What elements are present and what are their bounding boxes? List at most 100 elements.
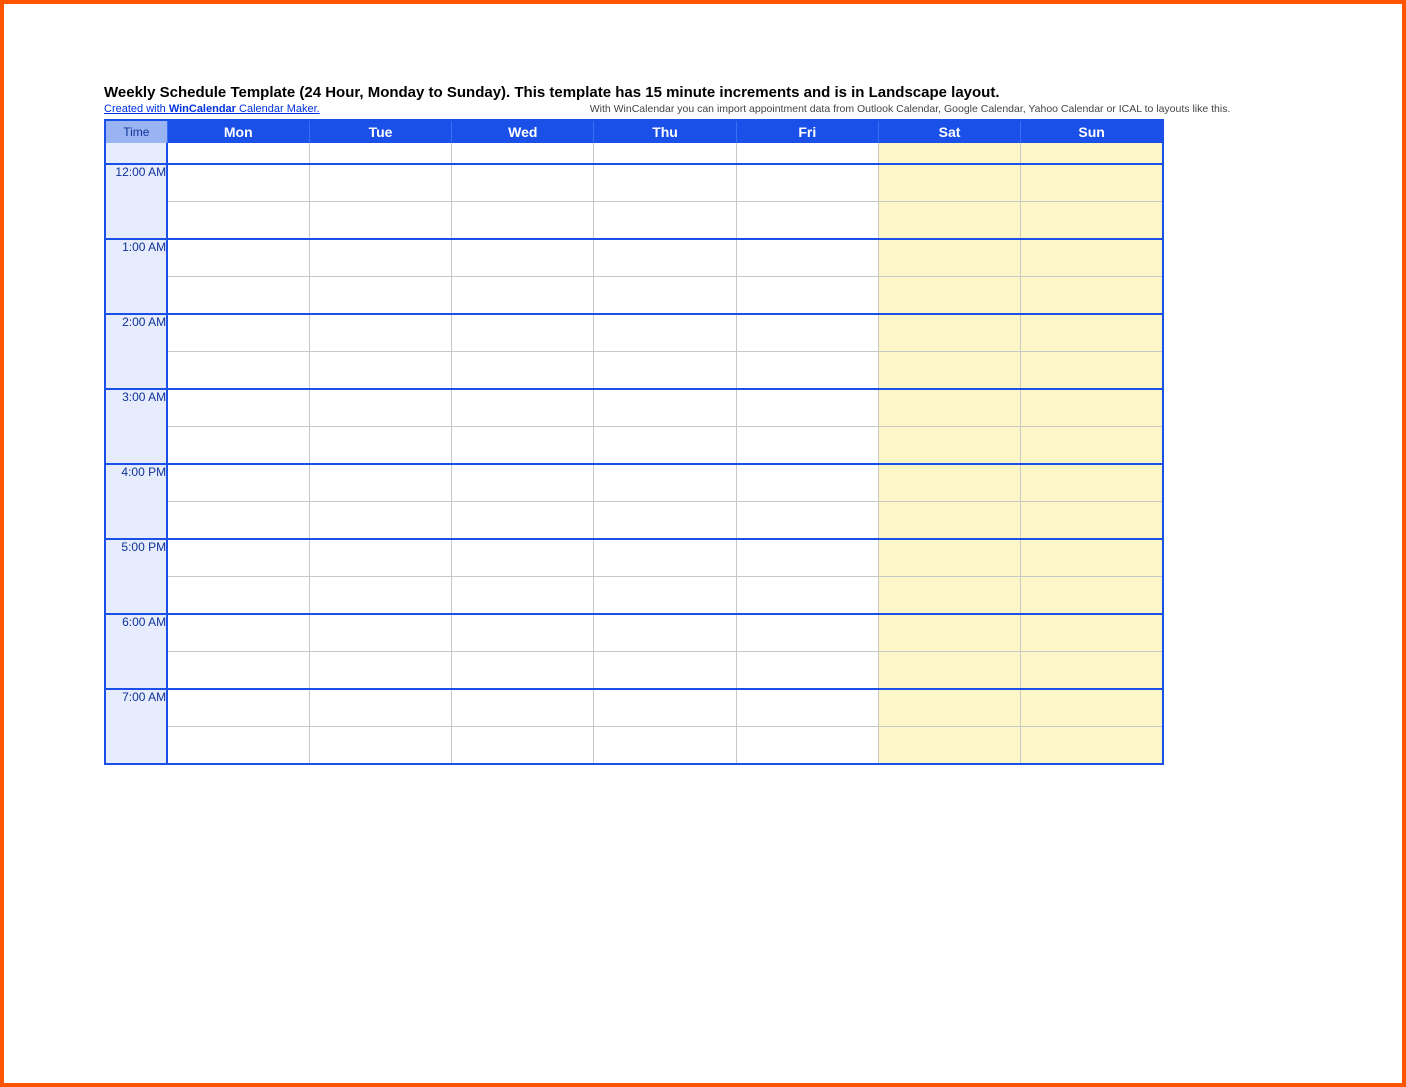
schedule-cell[interactable]: [736, 502, 878, 540]
schedule-cell[interactable]: [309, 389, 451, 427]
schedule-cell[interactable]: [594, 352, 736, 390]
schedule-cell[interactable]: [167, 239, 309, 277]
schedule-cell[interactable]: [1021, 239, 1163, 277]
schedule-cell[interactable]: [594, 577, 736, 615]
schedule-cell[interactable]: [736, 352, 878, 390]
schedule-cell[interactable]: [878, 427, 1020, 465]
schedule-cell[interactable]: [309, 539, 451, 577]
schedule-cell[interactable]: [1021, 314, 1163, 352]
schedule-cell[interactable]: [594, 143, 736, 164]
schedule-cell[interactable]: [309, 614, 451, 652]
schedule-cell[interactable]: [309, 202, 451, 240]
schedule-cell[interactable]: [878, 143, 1020, 164]
schedule-cell[interactable]: [309, 689, 451, 727]
schedule-cell[interactable]: [167, 427, 309, 465]
schedule-cell[interactable]: [1021, 727, 1163, 765]
schedule-cell[interactable]: [452, 239, 594, 277]
schedule-cell[interactable]: [878, 539, 1020, 577]
schedule-cell[interactable]: [309, 727, 451, 765]
schedule-cell[interactable]: [452, 727, 594, 765]
schedule-cell[interactable]: [452, 689, 594, 727]
schedule-cell[interactable]: [167, 314, 309, 352]
schedule-cell[interactable]: [309, 352, 451, 390]
schedule-cell[interactable]: [594, 689, 736, 727]
schedule-cell[interactable]: [736, 652, 878, 690]
schedule-cell[interactable]: [1021, 502, 1163, 540]
schedule-cell[interactable]: [736, 727, 878, 765]
schedule-cell[interactable]: [1021, 539, 1163, 577]
schedule-cell[interactable]: [452, 502, 594, 540]
schedule-cell[interactable]: [878, 727, 1020, 765]
schedule-cell[interactable]: [594, 239, 736, 277]
schedule-cell[interactable]: [167, 164, 309, 202]
schedule-cell[interactable]: [452, 427, 594, 465]
schedule-cell[interactable]: [309, 652, 451, 690]
schedule-cell[interactable]: [736, 577, 878, 615]
schedule-cell[interactable]: [1021, 689, 1163, 727]
schedule-cell[interactable]: [1021, 464, 1163, 502]
schedule-cell[interactable]: [736, 277, 878, 315]
schedule-cell[interactable]: [594, 652, 736, 690]
schedule-cell[interactable]: [1021, 202, 1163, 240]
schedule-cell[interactable]: [452, 652, 594, 690]
schedule-cell[interactable]: [452, 202, 594, 240]
schedule-cell[interactable]: [167, 652, 309, 690]
schedule-cell[interactable]: [878, 352, 1020, 390]
schedule-cell[interactable]: [167, 727, 309, 765]
schedule-cell[interactable]: [736, 202, 878, 240]
schedule-cell[interactable]: [594, 164, 736, 202]
schedule-cell[interactable]: [736, 689, 878, 727]
schedule-cell[interactable]: [167, 464, 309, 502]
schedule-cell[interactable]: [594, 202, 736, 240]
schedule-cell[interactable]: [594, 727, 736, 765]
schedule-cell[interactable]: [594, 389, 736, 427]
schedule-cell[interactable]: [309, 577, 451, 615]
schedule-cell[interactable]: [167, 614, 309, 652]
schedule-cell[interactable]: [878, 464, 1020, 502]
schedule-cell[interactable]: [452, 352, 594, 390]
schedule-cell[interactable]: [736, 464, 878, 502]
schedule-cell[interactable]: [1021, 164, 1163, 202]
schedule-cell[interactable]: [878, 164, 1020, 202]
schedule-cell[interactable]: [309, 427, 451, 465]
schedule-cell[interactable]: [1021, 652, 1163, 690]
schedule-cell[interactable]: [452, 577, 594, 615]
schedule-cell[interactable]: [452, 314, 594, 352]
schedule-cell[interactable]: [594, 464, 736, 502]
schedule-cell[interactable]: [452, 539, 594, 577]
schedule-cell[interactable]: [736, 614, 878, 652]
schedule-cell[interactable]: [1021, 389, 1163, 427]
schedule-cell[interactable]: [1021, 277, 1163, 315]
schedule-cell[interactable]: [1021, 427, 1163, 465]
wincalendar-link[interactable]: Created with WinCalendar Calendar Maker.: [104, 103, 320, 115]
schedule-cell[interactable]: [1021, 577, 1163, 615]
schedule-cell[interactable]: [309, 164, 451, 202]
schedule-cell[interactable]: [309, 502, 451, 540]
schedule-cell[interactable]: [167, 689, 309, 727]
schedule-cell[interactable]: [736, 389, 878, 427]
schedule-cell[interactable]: [167, 143, 309, 164]
schedule-cell[interactable]: [167, 577, 309, 615]
schedule-cell[interactable]: [167, 352, 309, 390]
schedule-cell[interactable]: [736, 143, 878, 164]
schedule-cell[interactable]: [452, 164, 594, 202]
schedule-cell[interactable]: [309, 277, 451, 315]
schedule-cell[interactable]: [309, 143, 451, 164]
schedule-cell[interactable]: [594, 314, 736, 352]
schedule-cell[interactable]: [452, 143, 594, 164]
schedule-cell[interactable]: [167, 502, 309, 540]
schedule-cell[interactable]: [309, 314, 451, 352]
schedule-cell[interactable]: [452, 277, 594, 315]
schedule-cell[interactable]: [878, 502, 1020, 540]
schedule-cell[interactable]: [594, 427, 736, 465]
schedule-cell[interactable]: [878, 277, 1020, 315]
schedule-cell[interactable]: [878, 202, 1020, 240]
schedule-cell[interactable]: [594, 502, 736, 540]
schedule-cell[interactable]: [878, 614, 1020, 652]
schedule-cell[interactable]: [1021, 143, 1163, 164]
schedule-cell[interactable]: [878, 314, 1020, 352]
schedule-cell[interactable]: [1021, 614, 1163, 652]
schedule-cell[interactable]: [309, 239, 451, 277]
schedule-cell[interactable]: [736, 427, 878, 465]
schedule-cell[interactable]: [736, 164, 878, 202]
